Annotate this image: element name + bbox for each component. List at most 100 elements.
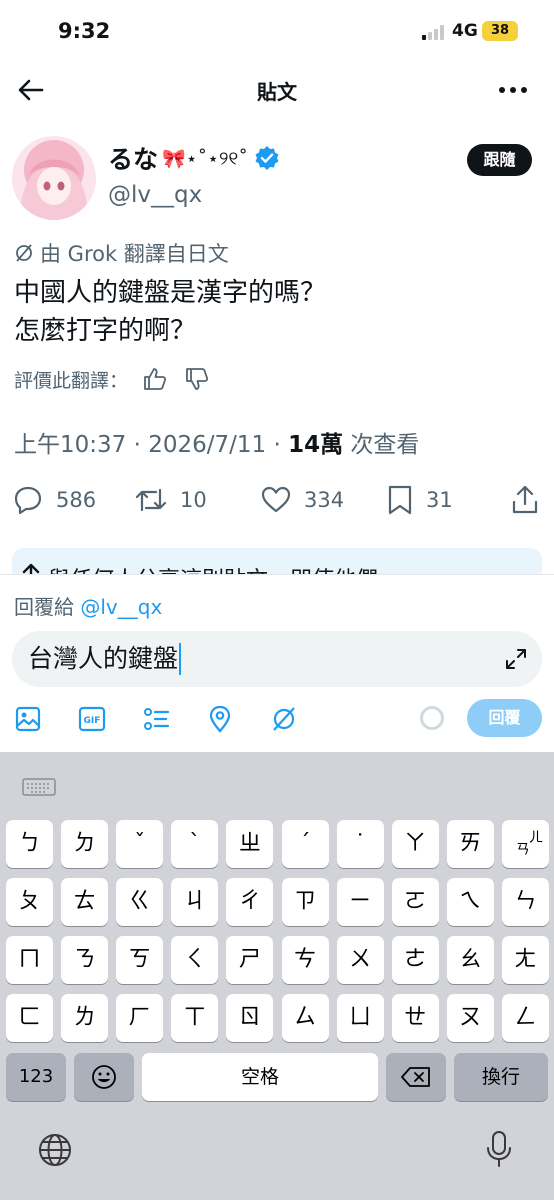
view-count-label: 次查看	[343, 432, 420, 458]
globe-icon[interactable]	[37, 1132, 73, 1168]
thumbs-up-icon[interactable]	[142, 366, 168, 392]
key[interactable]: ㄊ	[61, 878, 109, 926]
key[interactable]: ㄝ	[391, 994, 439, 1042]
key[interactable]: ㄌ	[61, 994, 109, 1042]
key[interactable]: ˙	[336, 820, 384, 868]
return-key[interactable]: 換行	[454, 1053, 548, 1101]
delete-key[interactable]	[386, 1053, 446, 1101]
key[interactable]: ㄛ	[391, 878, 439, 926]
key[interactable]: ㄆ	[6, 878, 53, 926]
key-sup-label: ㄦ	[528, 830, 543, 846]
reply-to-prefix: 回覆給	[14, 595, 81, 619]
reply-input[interactable]: 台灣人的鍵盤	[12, 631, 542, 687]
like-count: 334	[304, 488, 345, 512]
keyboard: ㄅㄉ ˇ ˋ ㄓ ˊ ˙ ㄚㄞㄢㄦㄆㄊㄍㄐㄔㄗㄧㄛㄟㄣㄇㄋㄎㄑㄕㄘㄨㄜㄠㄤㄈㄌㄏㄒㄖㄙㄩㄝㄡ…	[0, 752, 554, 1200]
share-action[interactable]	[510, 482, 540, 518]
location-icon[interactable]	[206, 705, 234, 733]
key[interactable]: ㄇ	[6, 936, 53, 984]
thumbs-down-icon[interactable]	[184, 366, 210, 392]
repost-action[interactable]: 10	[134, 482, 207, 518]
rate-translation: 評價此翻譯：	[14, 364, 210, 394]
key[interactable]: ㄩ	[336, 994, 384, 1042]
author-name-decoration: 🎀⋆˚⋆୨୧˚	[162, 147, 248, 170]
post-text-line: 怎麼打字的啊？	[14, 316, 197, 346]
status-time: 9:32	[58, 19, 111, 43]
reply-action[interactable]: 586	[12, 482, 96, 518]
composer-toolbar: GIF 回覆	[0, 699, 554, 741]
key[interactable]: ㄎ	[116, 936, 164, 984]
key[interactable]: ㄥ	[501, 994, 549, 1042]
numbers-key[interactable]: 123	[6, 1053, 66, 1101]
image-icon[interactable]	[14, 705, 42, 733]
microphone-icon[interactable]	[484, 1130, 514, 1168]
post-meta: 上午10:37 · 2026/7/11 · 14萬 次查看	[14, 425, 419, 459]
space-key[interactable]: 空格	[142, 1053, 378, 1101]
verified-badge-icon	[255, 146, 279, 170]
key[interactable]: ㄑ	[171, 936, 219, 984]
svg-text:GIF: GIF	[84, 716, 101, 726]
author-name[interactable]: るな	[108, 140, 158, 176]
share-banner-text: 與任何人分享這則貼文，即使他們	[48, 562, 378, 574]
key[interactable]: ㄗ	[281, 878, 329, 926]
translation-note: 由 Grok 翻譯自日文	[14, 238, 229, 268]
reply-input-value[interactable]: 台灣人的鍵盤	[28, 643, 182, 675]
key[interactable]: ㄘ	[281, 936, 329, 984]
reply-composer: 回覆給 @lv__qx 台灣人的鍵盤 GIF 回覆	[0, 574, 554, 752]
key[interactable]: ㄚ	[391, 820, 439, 868]
key[interactable]: ㄔ	[226, 878, 274, 926]
key-dual[interactable]: ㄢㄦ	[501, 820, 549, 868]
network-type: 4G	[452, 21, 478, 41]
poll-icon[interactable]	[142, 705, 170, 733]
emoji-icon	[92, 1065, 116, 1089]
author-handle[interactable]: @lv__qx	[108, 182, 202, 208]
repost-count: 10	[180, 488, 207, 512]
key[interactable]: ㄠ	[446, 936, 494, 984]
key[interactable]: ㄧ	[336, 878, 384, 926]
grok-icon[interactable]	[270, 705, 298, 733]
more-icon[interactable]	[496, 76, 530, 104]
follow-button[interactable]: 跟隨	[467, 144, 532, 176]
key[interactable]: ㄍ	[116, 878, 164, 926]
key[interactable]: ㄙ	[281, 994, 329, 1042]
key[interactable]: ㄅ	[6, 820, 53, 868]
bookmark-icon	[388, 485, 412, 515]
key[interactable]: ㄜ	[391, 936, 439, 984]
page-title: 貼文	[257, 80, 297, 104]
status-bar: 9:32 4G 38	[0, 0, 554, 62]
reply-button[interactable]: 回覆	[467, 699, 542, 737]
expand-icon[interactable]	[504, 647, 528, 671]
key[interactable]: ㄐ	[171, 878, 219, 926]
key[interactable]: ㄋ	[61, 936, 109, 984]
key[interactable]: ㄟ	[446, 878, 494, 926]
key[interactable]: ㄡ	[446, 994, 494, 1042]
like-action[interactable]: 334	[260, 482, 344, 518]
key[interactable]: ˋ	[171, 820, 219, 868]
key[interactable]: ㄈ	[6, 994, 53, 1042]
key[interactable]: ㄏ	[116, 994, 164, 1042]
gif-icon[interactable]: GIF	[78, 705, 106, 733]
emoji-key[interactable]	[74, 1053, 134, 1101]
reply-to-mention[interactable]: @lv__qx	[80, 595, 162, 619]
key[interactable]: ㄓ	[226, 820, 274, 868]
author-name-row[interactable]: るな 🎀⋆˚⋆୨୧˚	[108, 140, 280, 176]
key[interactable]: ㄕ	[226, 936, 274, 984]
key[interactable]: ˇ	[116, 820, 164, 868]
keyboard-icon[interactable]	[22, 778, 56, 796]
key[interactable]: ㄤ	[501, 936, 549, 984]
rate-translation-label: 評價此翻譯：	[14, 369, 129, 392]
battery-level: 38	[482, 21, 518, 41]
key[interactable]: ㄣ	[501, 878, 549, 926]
character-count-ring	[420, 706, 444, 730]
key[interactable]: ㄞ	[446, 820, 494, 868]
key[interactable]: ˊ	[281, 820, 329, 868]
share-banner[interactable]: 與任何人分享這則貼文，即使他們	[12, 548, 542, 574]
post-timestamp: 上午10:37 · 2026/7/11 ·	[14, 432, 289, 458]
bookmark-action[interactable]: 31	[386, 482, 453, 518]
keyboard-bottom-bar	[0, 1122, 554, 1182]
key[interactable]: ㄉ	[61, 820, 109, 868]
signal-icon	[422, 24, 448, 40]
avatar[interactable]	[12, 136, 96, 220]
key[interactable]: ㄨ	[336, 936, 384, 984]
key[interactable]: ㄖ	[226, 994, 274, 1042]
key[interactable]: ㄒ	[171, 994, 219, 1042]
